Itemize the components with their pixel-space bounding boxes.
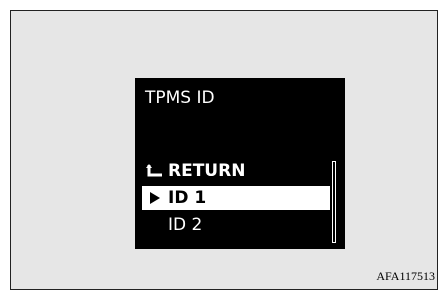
scrollbar[interactable] (332, 161, 336, 243)
menu-item-label: ID 1 (168, 188, 207, 208)
menu-item-id-1[interactable]: ID 1 (142, 186, 330, 210)
play-triangle-icon (142, 191, 168, 205)
multi-info-display: TPMS ID RETURN ID 1 ID 2 (135, 78, 345, 249)
menu-item-return[interactable]: RETURN (142, 159, 330, 183)
figure-reference-code: AFA117513 (376, 269, 435, 283)
figure-frame: TPMS ID RETURN ID 1 ID 2 AFA117513 (10, 10, 438, 290)
return-arrow-icon (142, 163, 168, 179)
menu-item-label: RETURN (168, 161, 246, 181)
screen-title: TPMS ID (145, 88, 215, 108)
menu-item-label: ID 2 (168, 215, 203, 235)
menu-item-id-2[interactable]: ID 2 (142, 213, 330, 237)
